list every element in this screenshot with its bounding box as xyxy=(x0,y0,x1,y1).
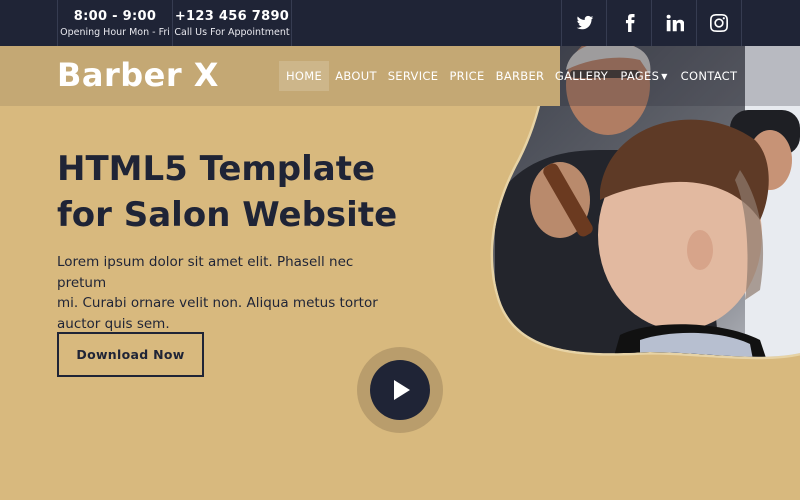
twitter-link[interactable] xyxy=(561,0,607,46)
linkedin-icon xyxy=(666,14,684,32)
phone-number[interactable]: +123 456 7890 xyxy=(175,9,289,24)
nav-home-label: HOME xyxy=(285,69,323,83)
nav-about-label: ABOUT xyxy=(335,69,377,83)
nav-home[interactable]: HOME xyxy=(279,61,329,91)
play-video-button[interactable] xyxy=(357,347,443,433)
brand-logo[interactable]: Barber X xyxy=(57,56,219,94)
opening-hours-label: Opening Hour Mon - Fri xyxy=(60,26,170,38)
hero-text-line1: Lorem ipsum dolor sit amet elit. Phasell… xyxy=(57,254,354,291)
hero-title-line1: HTML5 Template xyxy=(57,149,376,189)
opening-hours-time: 8:00 - 9:00 xyxy=(73,8,157,24)
hero-description: Lorem ipsum dolor sit amet elit. Phasell… xyxy=(57,252,397,334)
play-button-circle xyxy=(370,360,430,420)
nav-contact[interactable]: CONTACT xyxy=(678,61,740,91)
nav-contact-label: CONTACT xyxy=(680,69,738,83)
hero-text-line3: auctor quis sem. xyxy=(57,315,170,332)
caret-down-icon: ▼ xyxy=(661,71,668,81)
nav-service-label: SERVICE xyxy=(387,69,439,83)
phone-label: Call Us For Appointment xyxy=(174,26,290,38)
nav-service[interactable]: SERVICE xyxy=(387,61,439,91)
twitter-icon xyxy=(576,15,593,30)
nav-gallery[interactable]: GALLERY xyxy=(553,61,610,91)
brand-mark: X xyxy=(193,56,219,94)
opening-hours: 8:00 - 9:00 Opening Hour Mon - Fri xyxy=(57,0,173,46)
hero-title-line2: for Salon Website xyxy=(57,195,398,235)
nav-barber[interactable]: BARBER xyxy=(495,61,545,91)
hero-text-line2: mi. Curabi ornare velit non. Aliqua metu… xyxy=(57,295,378,311)
play-icon xyxy=(394,380,410,400)
facebook-icon xyxy=(625,14,634,32)
brand-name: Barber xyxy=(57,56,183,94)
facebook-link[interactable] xyxy=(606,0,652,46)
top-bar: 8:00 - 9:00 Opening Hour Mon - Fri +123 … xyxy=(0,0,800,46)
download-button[interactable]: Download Now xyxy=(57,332,204,377)
instagram-icon xyxy=(710,14,728,32)
nav-gallery-label: GALLERY xyxy=(554,69,609,83)
instagram-link[interactable] xyxy=(696,0,742,46)
phone-info: +123 456 7890 Call Us For Appointment xyxy=(173,0,292,46)
linkedin-link[interactable] xyxy=(651,0,697,46)
nav-price-label: PRICE xyxy=(449,69,485,83)
nav-barber-label: BARBER xyxy=(495,69,545,83)
hero-title: HTML5 Template for Salon Website xyxy=(57,146,457,238)
nav-price[interactable]: PRICE xyxy=(447,61,487,91)
nav-pages[interactable]: PAGES ▼ xyxy=(618,61,670,91)
nav-pages-label: PAGES xyxy=(620,69,660,83)
nav-about[interactable]: ABOUT xyxy=(333,61,379,91)
